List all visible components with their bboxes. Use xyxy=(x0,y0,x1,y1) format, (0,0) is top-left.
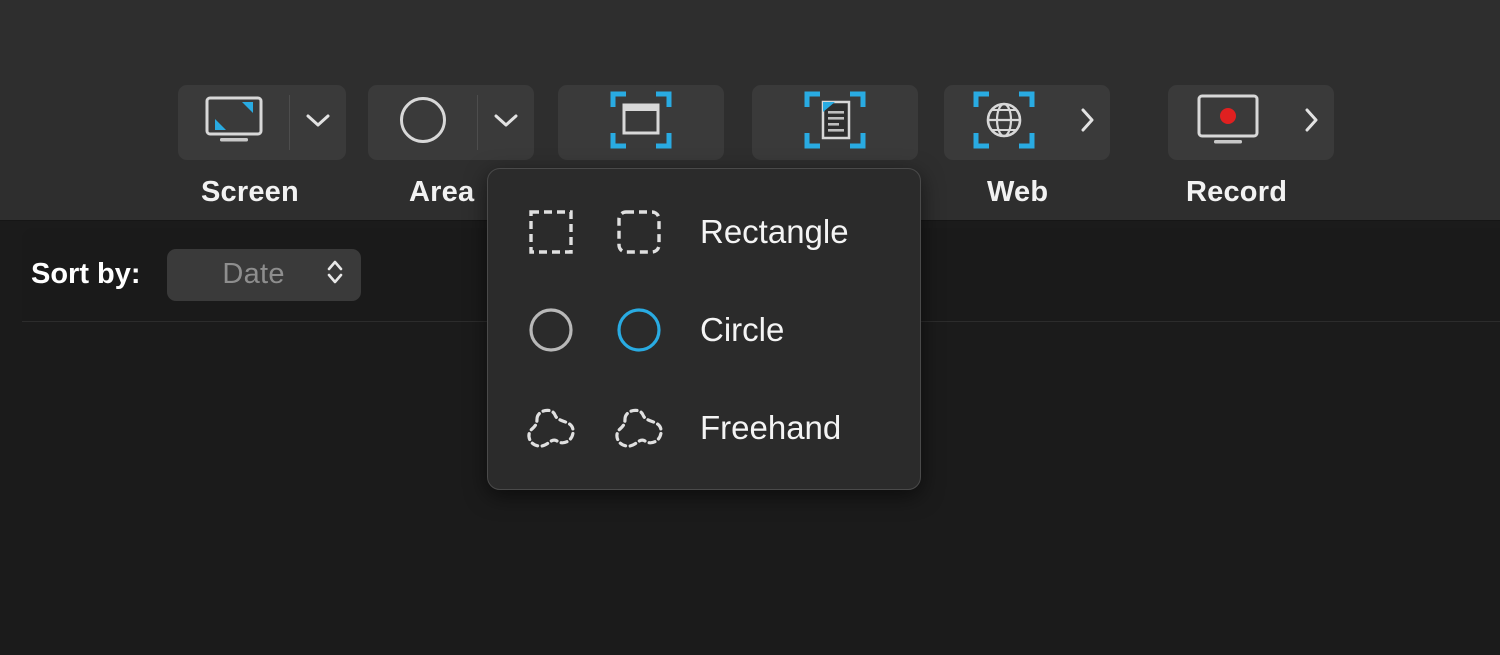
toolbar-button-area[interactable] xyxy=(368,85,534,160)
toolbar-button-window[interactable] xyxy=(558,85,724,160)
dashed-blob-icon xyxy=(602,404,676,452)
document-capture-icon xyxy=(802,89,868,156)
menu-item-circle[interactable]: Circle xyxy=(488,284,920,376)
menu-item-label-rectangle: Rectangle xyxy=(700,213,849,250)
toolbar-label-screen: Screen xyxy=(201,176,299,208)
app-window: Screen Area Web Record Sort by: Date Rec… xyxy=(0,0,1500,655)
globe-capture-icon xyxy=(971,89,1037,156)
toolbar-label-record: Record xyxy=(1186,176,1288,208)
document-capture-button[interactable] xyxy=(752,85,918,160)
toolbar-label-area: Area xyxy=(409,176,475,208)
dashed-rounded-rectangle-icon xyxy=(602,208,676,256)
menu-item-freehand[interactable]: Freehand xyxy=(488,382,920,474)
sort-by-value: Date xyxy=(222,258,285,290)
area-capture-button[interactable] xyxy=(368,85,477,160)
up-down-chevron-icon xyxy=(325,257,345,292)
record-options-arrow-button[interactable] xyxy=(1288,85,1334,160)
area-shape-menu: Rectangle Circle Freehand xyxy=(487,168,921,490)
record-button[interactable] xyxy=(1168,85,1288,160)
circle-selection-icon xyxy=(397,94,449,151)
chevron-down-icon xyxy=(492,111,520,134)
menu-item-rectangle[interactable]: Rectangle xyxy=(488,186,920,278)
menu-item-label-freehand: Freehand xyxy=(700,409,842,446)
sort-by-select[interactable]: Date xyxy=(166,248,361,301)
circle-outline-selected-icon xyxy=(602,306,676,354)
web-options-arrow-button[interactable] xyxy=(1064,85,1110,160)
sort-by-label: Sort by: xyxy=(31,258,141,290)
web-capture-button[interactable] xyxy=(944,85,1064,160)
chevron-down-icon xyxy=(304,111,332,134)
window-capture-button[interactable] xyxy=(558,85,724,160)
toolbar-button-record[interactable] xyxy=(1168,85,1334,160)
toolbar-label-web: Web xyxy=(987,176,1049,208)
dashed-rectangle-icon xyxy=(514,208,588,256)
toolbar-button-document[interactable] xyxy=(752,85,918,160)
menu-item-label-circle: Circle xyxy=(700,311,785,348)
chevron-right-icon xyxy=(1078,106,1096,139)
dashed-blob-icon xyxy=(514,404,588,452)
screen-options-chevron-button[interactable] xyxy=(290,85,346,160)
circle-outline-icon xyxy=(514,306,588,354)
chevron-right-icon xyxy=(1302,106,1320,139)
window-capture-icon xyxy=(608,89,674,156)
area-options-chevron-button[interactable] xyxy=(478,85,534,160)
monitor-capture-icon xyxy=(203,96,265,149)
toolbar-button-web[interactable] xyxy=(944,85,1110,160)
toolbar-button-screen[interactable] xyxy=(178,85,346,160)
screen-record-icon xyxy=(1193,93,1263,152)
screen-capture-button[interactable] xyxy=(178,85,289,160)
